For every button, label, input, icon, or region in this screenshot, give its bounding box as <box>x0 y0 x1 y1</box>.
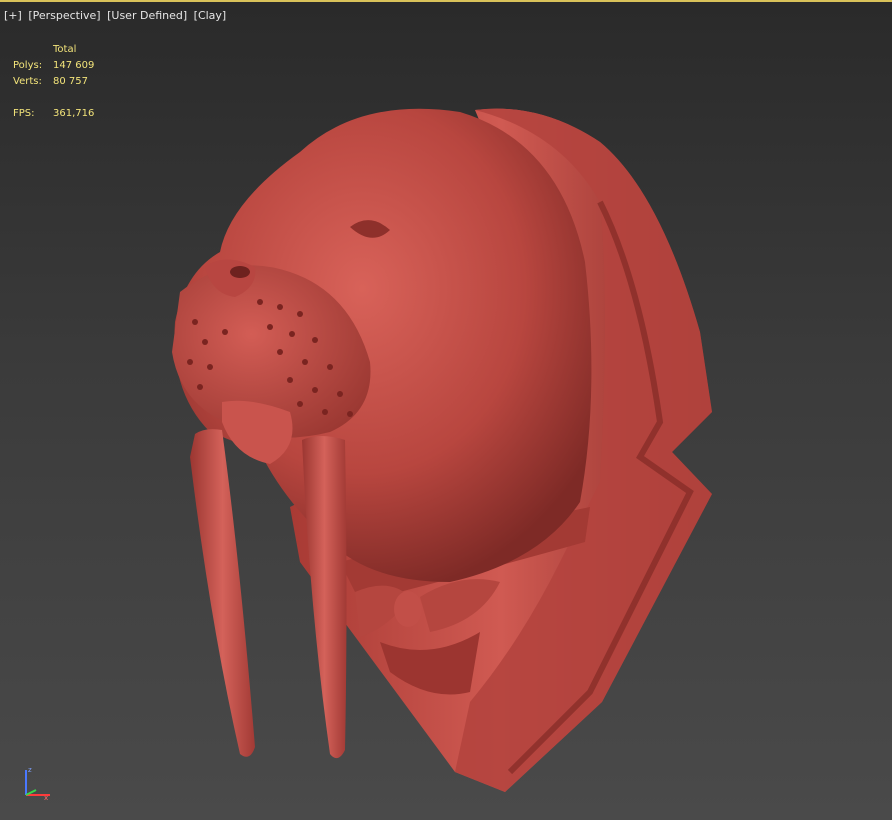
z-axis-label: z <box>28 766 32 774</box>
x-axis-label: x <box>44 794 48 802</box>
walrus-trophy-model <box>172 108 712 792</box>
viewport[interactable]: [+] [Perspective] [User Defined] [Clay] … <box>0 0 892 820</box>
walrus-head <box>172 108 592 583</box>
walrus-tusks <box>190 429 347 759</box>
axis-gizmo: z x <box>25 766 50 802</box>
